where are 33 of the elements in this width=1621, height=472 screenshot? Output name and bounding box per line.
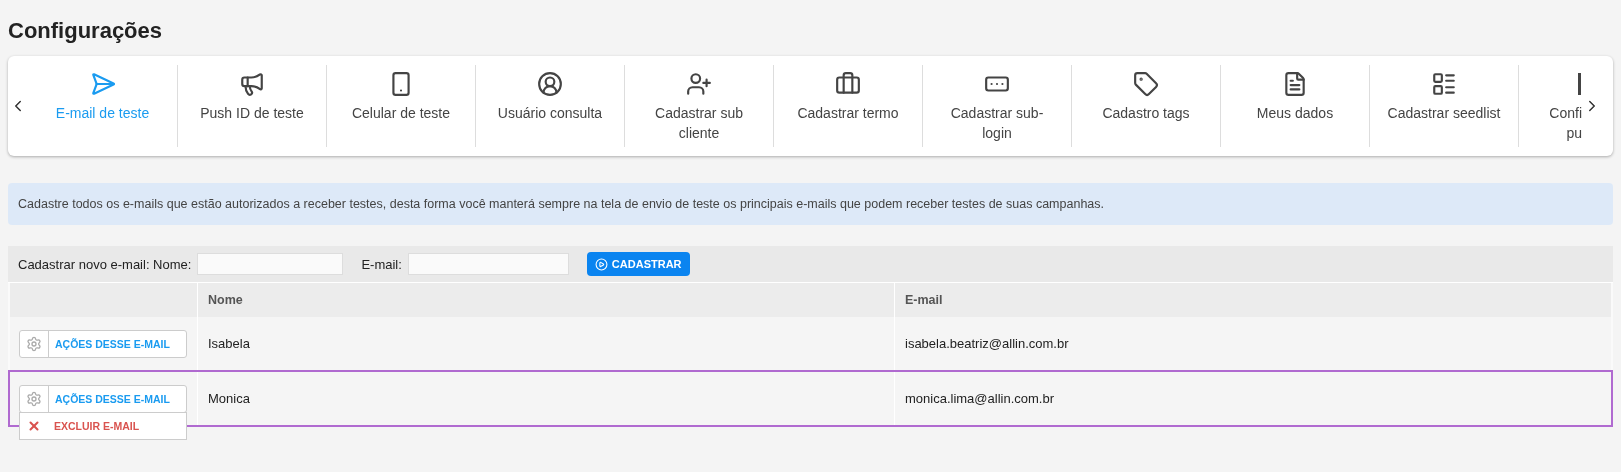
tab[interactable]: Cadastrar sub-login bbox=[922, 65, 1071, 147]
name-cell: Monica bbox=[197, 372, 894, 425]
close-icon bbox=[27, 419, 41, 433]
table-row[interactable]: AÇÕES DESSE E-MAIL Isabela isabela.beatriz@allin.com.br bbox=[10, 317, 1611, 370]
play-icon bbox=[594, 257, 608, 271]
email-input[interactable] bbox=[407, 253, 569, 275]
megaphone-icon bbox=[239, 71, 265, 97]
tag-icon bbox=[1133, 71, 1159, 97]
list-icon bbox=[1431, 71, 1457, 97]
info-message: Cadastre todos os e-mails que estão autorizados a receber testes, desta forma você manterá sempre na tela de envio de teste os principais e-mails que podem receber testes de suas campanhas. bbox=[8, 183, 1613, 225]
tab[interactable]: Confi pu bbox=[1518, 65, 1582, 147]
gear-icon bbox=[26, 335, 42, 352]
tab[interactable]: Celular de teste bbox=[326, 65, 475, 147]
tab-icon bbox=[1578, 71, 1582, 97]
tab[interactable]: Cadastro tags bbox=[1071, 65, 1220, 147]
name-input[interactable] bbox=[197, 253, 344, 275]
tab[interactable]: Cadastrar seedlist bbox=[1369, 65, 1518, 147]
send-icon bbox=[89, 71, 116, 97]
email-cell: monica.lima@allin.com.br bbox=[894, 372, 1611, 425]
document-icon bbox=[1282, 71, 1308, 97]
gear-icon bbox=[26, 390, 42, 407]
tab[interactable]: Cadastrar termo bbox=[773, 65, 922, 147]
tab[interactable]: Meus dados bbox=[1220, 65, 1369, 147]
tab[interactable]: Push ID de teste bbox=[177, 65, 326, 147]
briefcase-icon bbox=[835, 71, 861, 97]
name-label: Cadastrar novo e-mail: Nome: bbox=[18, 256, 192, 272]
page-title: Configurações bbox=[8, 18, 163, 44]
tab[interactable]: Usuário consulta bbox=[475, 65, 624, 147]
user-circle-icon bbox=[537, 71, 563, 97]
tab[interactable]: Cadastrar sub cliente bbox=[624, 65, 773, 147]
register-button[interactable]: CADASTRAR bbox=[586, 252, 690, 276]
user-plus-icon bbox=[686, 71, 712, 97]
email-label: E-mail: bbox=[361, 256, 402, 272]
